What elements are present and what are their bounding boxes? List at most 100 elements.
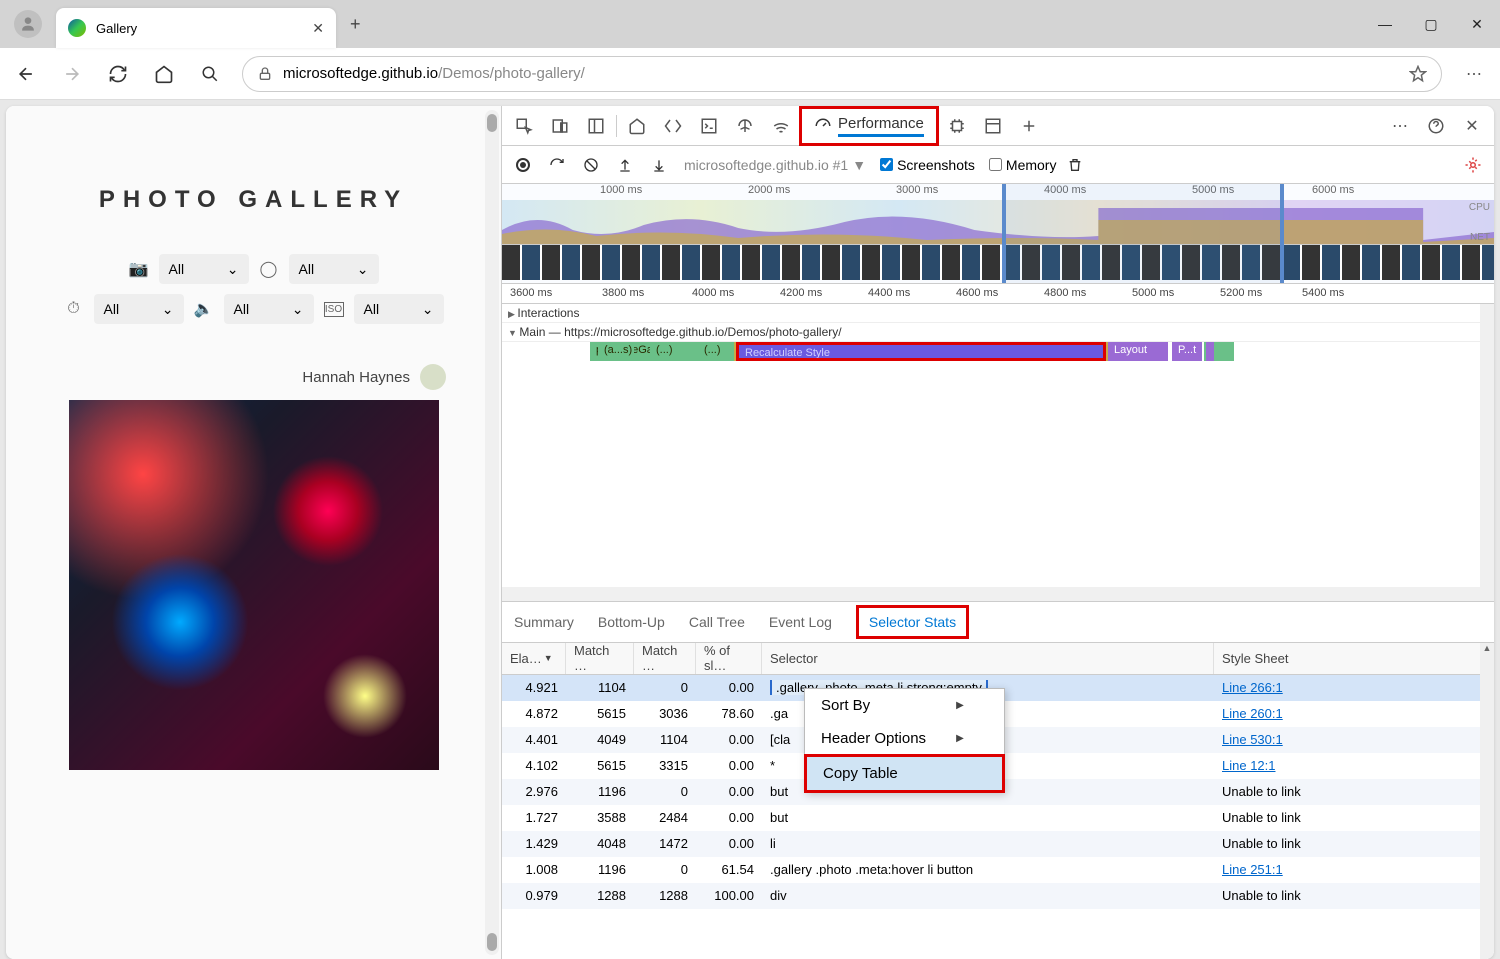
devtools-close-button[interactable]: ✕ — [1454, 108, 1490, 144]
menu-button[interactable]: ⋯ — [1454, 54, 1494, 94]
screenshots-checkbox[interactable]: Screenshots — [880, 157, 975, 173]
help-button[interactable] — [1418, 108, 1454, 144]
selector-stats-table: Ela…▼ Match … Match … % of sl… Selector … — [502, 643, 1494, 959]
sources-icon[interactable] — [727, 108, 763, 144]
net-label: NET — [1470, 232, 1490, 243]
inspect-icon[interactable] — [506, 108, 542, 144]
network-icon[interactable] — [763, 108, 799, 144]
flame-bar-recalc[interactable]: Recalculate Style — [736, 342, 1106, 361]
overview-selection[interactable] — [1002, 184, 1284, 283]
close-window-button[interactable]: ✕ — [1454, 0, 1500, 48]
timeline-overview[interactable]: 1000 ms 2000 ms 3000 ms 4000 ms 5000 ms … — [502, 184, 1494, 284]
event-log-tab[interactable]: Event Log — [769, 614, 832, 630]
download-button[interactable] — [644, 150, 674, 180]
memory-icon[interactable] — [939, 108, 975, 144]
gc-button[interactable] — [1060, 150, 1090, 180]
photo-gallery-page: PHOTO GALLERY 📷 All⌄ ◯ All⌄ ⏱ All⌄ 🔈 All… — [6, 106, 501, 959]
performance-tab-label: Performance — [838, 115, 924, 137]
flame-hscroll[interactable] — [502, 587, 1480, 601]
devtools-panel: Performance ⋯ ✕ microsoftedge.github.io … — [501, 106, 1494, 959]
upload-button[interactable] — [610, 150, 640, 180]
tab-title: Gallery — [96, 21, 302, 36]
flame-bar[interactable]: (...) — [650, 342, 676, 361]
lock-icon — [257, 66, 273, 82]
filter-bar: 📷 All⌄ ◯ All⌄ ⏱ All⌄ 🔈 All⌄ ISO All⌄ — [46, 254, 461, 324]
main-section[interactable]: Main — https://microsoftedge.github.io/D… — [502, 323, 1494, 342]
summary-tab[interactable]: Summary — [514, 614, 574, 630]
iso-filter[interactable]: All⌄ — [354, 294, 444, 324]
more-menu-button[interactable]: ⋯ — [1382, 108, 1418, 144]
interactions-section[interactable]: Interactions — [502, 304, 1494, 323]
ctx-copy-table[interactable]: Copy Table — [804, 754, 1005, 793]
address-bar[interactable]: microsoftedge.github.io/Demos/photo-gall… — [242, 56, 1442, 92]
device-icon[interactable] — [542, 108, 578, 144]
col-elapsed[interactable]: Ela…▼ — [502, 643, 566, 674]
ov-tick: 3000 ms — [896, 184, 938, 196]
new-tab-button[interactable]: + — [350, 14, 361, 35]
browser-toolbar: microsoftedge.github.io/Demos/photo-gall… — [0, 48, 1500, 100]
flame-bar[interactable]: Layout — [1108, 342, 1168, 361]
application-icon[interactable] — [975, 108, 1011, 144]
minimize-button[interactable]: — — [1362, 0, 1408, 48]
reload-record-button[interactable] — [542, 150, 572, 180]
back-button[interactable] — [6, 54, 46, 94]
clear-button[interactable] — [576, 150, 606, 180]
tab-close-button[interactable]: ✕ — [312, 20, 324, 37]
memory-checkbox[interactable]: Memory — [989, 157, 1057, 173]
col-percent-slow[interactable]: % of sl… — [696, 643, 762, 674]
scroll-thumb-bottom[interactable] — [487, 933, 497, 951]
perf-settings-button[interactable] — [1458, 150, 1488, 180]
table-row[interactable]: 1.727358824840.00butUnable to link — [502, 805, 1494, 831]
console-icon[interactable] — [691, 108, 727, 144]
aperture-filter[interactable]: All⌄ — [289, 254, 379, 284]
bottom-up-tab[interactable]: Bottom-Up — [598, 614, 665, 630]
edge-logo-icon — [68, 19, 86, 37]
camera-filter[interactable]: All⌄ — [159, 254, 249, 284]
window-titlebar: Gallery ✕ + — ▢ ✕ — [0, 0, 1500, 48]
flame-bar[interactable]: P...t — [1172, 342, 1202, 361]
record-button[interactable] — [508, 150, 538, 180]
refresh-button[interactable] — [98, 54, 138, 94]
home-button[interactable] — [144, 54, 184, 94]
flame-bar[interactable] — [1214, 342, 1226, 361]
col-match-attempts[interactable]: Match … — [634, 643, 696, 674]
gallery-photo[interactable] — [69, 400, 439, 770]
cpu-label: CPU — [1469, 202, 1490, 213]
flame-ruler: 3600 ms 3800 ms 4000 ms 4200 ms 4400 ms … — [502, 284, 1494, 304]
shutter-filter[interactable]: All⌄ — [94, 294, 184, 324]
col-selector[interactable]: Selector — [762, 643, 1214, 674]
selector-stats-tab[interactable]: Selector Stats — [856, 605, 969, 639]
call-tree-tab[interactable]: Call Tree — [689, 614, 745, 630]
flame-bar[interactable]: (a...s) — [598, 342, 634, 361]
table-row[interactable]: 1.429404814720.00liUnable to link — [502, 831, 1494, 857]
favorite-icon[interactable] — [1409, 65, 1427, 83]
table-vscroll[interactable]: ▲ — [1480, 643, 1494, 959]
search-button[interactable] — [190, 54, 230, 94]
gallery-scrollbar[interactable] — [485, 110, 499, 955]
flame-vscroll[interactable] — [1480, 304, 1494, 601]
dock-icon[interactable] — [578, 108, 614, 144]
browser-tab[interactable]: Gallery ✕ — [56, 8, 336, 48]
col-stylesheet[interactable]: Style Sheet — [1214, 643, 1494, 674]
scroll-thumb[interactable] — [487, 114, 497, 132]
aperture-icon: ◯ — [259, 259, 279, 279]
table-row[interactable]: 0.97912881288100.00divUnable to link — [502, 883, 1494, 909]
col-match-count[interactable]: Match … — [566, 643, 634, 674]
ctx-header-options[interactable]: Header Options▶ — [805, 722, 1004, 755]
author-name: Hannah Haynes — [302, 369, 410, 386]
performance-tab[interactable]: Performance — [799, 106, 939, 146]
table-row[interactable]: 1.0081196061.54.gallery .photo .meta:hov… — [502, 857, 1494, 883]
ctx-sort-by[interactable]: Sort By▶ — [805, 689, 1004, 722]
focal-filter[interactable]: All⌄ — [224, 294, 314, 324]
recording-name[interactable]: microsoftedge.github.io #1 — [684, 157, 848, 173]
camera-icon: 📷 — [129, 259, 149, 279]
more-tools-button[interactable] — [1011, 108, 1047, 144]
maximize-button[interactable]: ▢ — [1408, 0, 1454, 48]
flame-bar[interactable]: (...) — [698, 342, 724, 361]
welcome-icon[interactable] — [619, 108, 655, 144]
shutter-icon: ⏱ — [64, 300, 84, 318]
profile-avatar[interactable] — [14, 10, 42, 38]
url-text: microsoftedge.github.io/Demos/photo-gall… — [283, 65, 1399, 82]
elements-icon[interactable] — [655, 108, 691, 144]
ov-tick: 2000 ms — [748, 184, 790, 196]
